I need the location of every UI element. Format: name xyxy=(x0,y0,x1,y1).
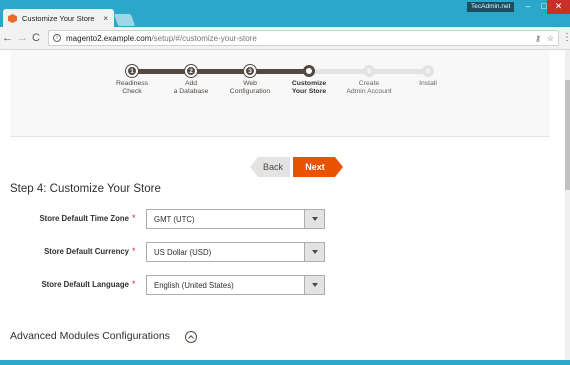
language-dropdown-button[interactable] xyxy=(304,276,324,294)
browser-tab[interactable]: Customize Your Store × xyxy=(3,9,114,28)
site-info-icon[interactable]: i xyxy=(53,34,61,42)
time-zone-required-marker: * xyxy=(132,213,136,223)
step-4-marker xyxy=(303,65,315,77)
currency-select[interactable]: US Dollar (USD) xyxy=(146,242,325,262)
chevron-up-icon xyxy=(188,335,194,341)
step-5-marker: 5 xyxy=(363,65,375,77)
tab-title: Customize Your Store xyxy=(22,14,95,23)
watermark-label: TecAdmin.net xyxy=(467,2,515,12)
caret-down-icon xyxy=(312,250,318,254)
step-6-label: Install xyxy=(419,80,437,87)
step-3-marker: 3 xyxy=(244,65,256,77)
currency-required-marker: * xyxy=(132,246,136,256)
currency-dropdown-button[interactable] xyxy=(304,243,324,261)
scrollbar-thumb[interactable] xyxy=(565,80,570,190)
caret-down-icon xyxy=(312,217,318,221)
step-1-marker: 1 xyxy=(126,65,138,77)
progress-track xyxy=(132,69,428,74)
close-window-icon[interactable]: ✕ xyxy=(547,0,570,14)
time-zone-selected-value: GMT (UTC) xyxy=(154,215,195,224)
next-button[interactable]: Next xyxy=(293,157,343,177)
forward-arrow-icon[interactable]: → xyxy=(17,31,28,45)
url-host: magento2.example.com xyxy=(66,33,152,43)
page-title: Step 4: Customize Your Store xyxy=(10,183,161,195)
browser-title-bar: Customize Your Store × TecAdmin.net – □ … xyxy=(0,0,570,28)
back-arrow-icon[interactable]: ← xyxy=(2,31,13,45)
advanced-modules-title[interactable]: Advanced Modules Configurations xyxy=(10,330,170,342)
new-tab-button[interactable] xyxy=(113,14,136,26)
bookmark-star-icon[interactable]: ☆ xyxy=(547,34,554,43)
address-bar[interactable]: i magento2.example.com/setup/#/customize… xyxy=(48,30,559,46)
time-zone-label: Store Default Time Zone xyxy=(39,214,129,223)
currency-label: Store Default Currency xyxy=(44,247,129,256)
advanced-modules-toggle[interactable] xyxy=(185,331,197,343)
step-2-marker: 2 xyxy=(185,65,197,77)
window-bottom-edge xyxy=(0,360,570,365)
currency-selected-value: US Dollar (USD) xyxy=(154,248,212,257)
reload-icon[interactable]: C xyxy=(32,31,40,45)
close-tab-icon[interactable]: × xyxy=(103,14,108,23)
back-button[interactable]: Back xyxy=(250,157,290,177)
language-label: Store Default Language xyxy=(41,280,129,289)
browser-toolbar: ← → C i magento2.example.com/setup/#/cus… xyxy=(0,27,570,50)
browser-menu-icon[interactable]: ⋮ xyxy=(562,33,570,43)
url-path: /setup/#/customize-your-store xyxy=(151,33,257,43)
magento-favicon-icon xyxy=(8,14,17,23)
key-icon[interactable]: ⚷ xyxy=(535,34,541,43)
language-selected-value: English (United States) xyxy=(154,281,234,290)
language-select[interactable]: English (United States) xyxy=(146,275,325,295)
caret-down-icon xyxy=(312,283,318,287)
setup-wizard-progress: 1 Readiness Check 2 Add a Database 3 Web Conf… xyxy=(10,50,550,177)
language-required-marker: * xyxy=(132,279,136,289)
time-zone-select[interactable]: GMT (UTC) xyxy=(146,209,325,229)
time-zone-dropdown-button[interactable] xyxy=(304,210,324,228)
page-scrollbar[interactable] xyxy=(565,50,570,360)
progress-track-completed xyxy=(132,69,309,74)
step-6-marker: 6 xyxy=(422,65,434,77)
